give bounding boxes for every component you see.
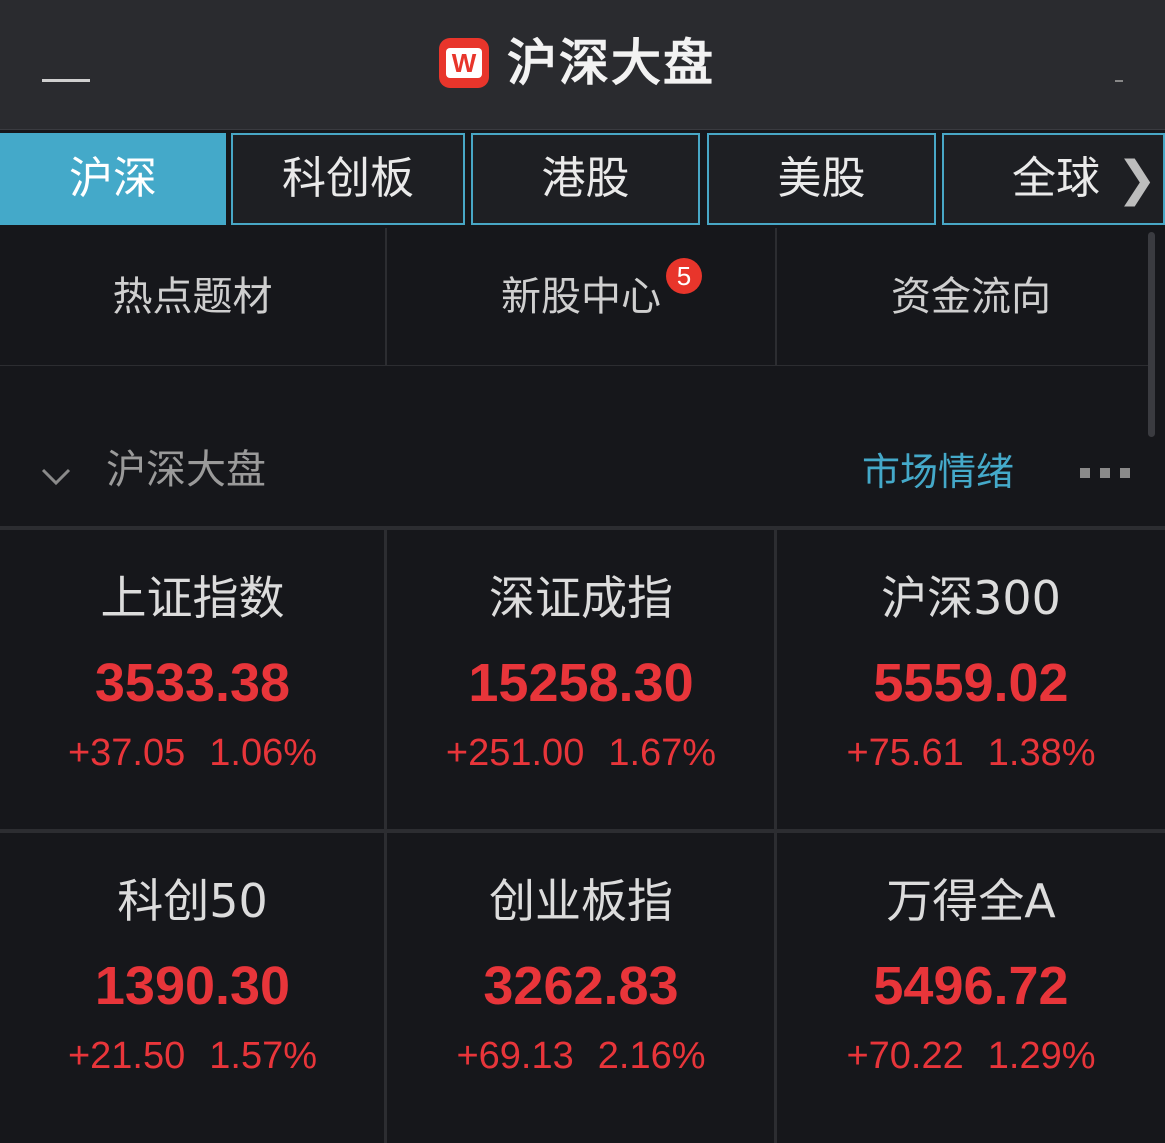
index-card-wind-a[interactable]: 万得全A 5496.72 +70.22 1.29% [777, 833, 1165, 1133]
app-header: W 沪深大盘 [0, 0, 1165, 130]
index-change-pct: 1.67% [608, 732, 717, 774]
nav-label: 新股中心 [501, 274, 661, 320]
index-price: 3533.38 [94, 653, 291, 713]
index-change: +37.05 1.06% [0, 728, 385, 778]
index-price: 15258.30 [468, 653, 694, 713]
page-title: 沪深大盘 [507, 34, 715, 92]
header-right-icon[interactable] [1115, 74, 1123, 82]
tab-label: 科创板 [282, 153, 414, 204]
nav-new-stock-center[interactable]: 新股中心 [387, 228, 775, 366]
tab-label: 沪深 [69, 153, 157, 204]
chevron-down-icon[interactable] [41, 462, 71, 492]
index-price: 1390.30 [94, 956, 291, 1016]
index-card-sse[interactable]: 上证指数 3533.38 +37.05 1.06% [0, 530, 385, 830]
index-name: 创业板指 [489, 874, 673, 928]
index-change-value: +251.00 [445, 732, 585, 774]
tab-kechuangban[interactable]: 科创板 [231, 133, 465, 225]
app-logo: W [439, 38, 489, 88]
index-change-pct: 1.57% [209, 1035, 318, 1077]
tab-meigu[interactable]: 美股 [707, 133, 936, 225]
index-change-value: +75.61 [846, 732, 964, 774]
index-card-star50[interactable]: 科创50 1390.30 +21.50 1.57% [0, 833, 385, 1133]
market-tabs: 沪深 科创板 港股 美股 全球 ❯ [0, 133, 1165, 225]
index-price: 3262.83 [483, 956, 679, 1016]
back-icon [42, 79, 90, 82]
index-change-value: +21.50 [67, 1035, 186, 1077]
more-icon[interactable] [1080, 468, 1130, 478]
index-name: 深证成指 [489, 571, 673, 625]
index-name: 沪深300 [881, 571, 1061, 625]
nav-label: 资金流向 [891, 274, 1051, 320]
tab-label: 港股 [541, 153, 630, 204]
index-change-pct: 1.38% [987, 732, 1096, 774]
nav-label: 热点题材 [112, 274, 273, 320]
section-header: 沪深大盘 市场情绪 [0, 420, 1165, 525]
tab-quanqiu[interactable]: 全球 ❯ [942, 133, 1165, 225]
tab-label: 全球 [1012, 153, 1100, 204]
scrollbar[interactable] [1148, 232, 1155, 437]
quick-nav: 热点题材 新股中心 5 资金流向 [0, 228, 1148, 366]
index-change: +251.00 1.67% [388, 728, 774, 778]
index-name: 上证指数 [100, 571, 285, 625]
index-change: +69.13 2.16% [388, 1031, 774, 1081]
index-card-szse[interactable]: 深证成指 15258.30 +251.00 1.67% [388, 530, 774, 830]
index-change-pct: 1.06% [209, 732, 318, 774]
index-name: 万得全A [886, 874, 1056, 928]
index-change-pct: 2.16% [597, 1035, 706, 1077]
index-name: 科创50 [117, 874, 268, 928]
index-card-chinext[interactable]: 创业板指 3262.83 +69.13 2.16% [388, 833, 774, 1133]
index-change-value: +37.05 [67, 732, 186, 774]
index-change-value: +70.22 [846, 1035, 964, 1077]
back-button[interactable] [42, 38, 90, 86]
index-change-pct: 1.29% [987, 1035, 1096, 1077]
index-change: +21.50 1.57% [0, 1031, 385, 1081]
market-sentiment-link[interactable]: 市场情绪 [862, 442, 1014, 502]
tab-ganggu[interactable]: 港股 [471, 133, 700, 225]
section-title: 沪深大盘 [106, 447, 266, 493]
index-card-csi300[interactable]: 沪深300 5559.02 +75.61 1.38% [777, 530, 1165, 830]
index-price: 5496.72 [873, 956, 1069, 1016]
logo-letter: W [446, 48, 482, 78]
index-change-value: +69.13 [456, 1035, 574, 1077]
tab-label: 美股 [777, 153, 866, 204]
index-change: +75.61 1.38% [777, 728, 1165, 778]
index-grid: 上证指数 3533.38 +37.05 1.06% 深证成指 15258.30 +… [0, 526, 1165, 1143]
index-price: 5559.02 [873, 653, 1069, 713]
index-change: +70.22 1.29% [777, 1031, 1165, 1081]
notification-badge: 5 [666, 258, 702, 294]
chevron-right-icon[interactable]: ❯ [1117, 135, 1157, 223]
nav-capital-flow[interactable]: 资金流向 [777, 228, 1165, 366]
nav-hot-topics[interactable]: 热点题材 [0, 228, 385, 366]
tab-hushen[interactable]: 沪深 [0, 133, 226, 225]
